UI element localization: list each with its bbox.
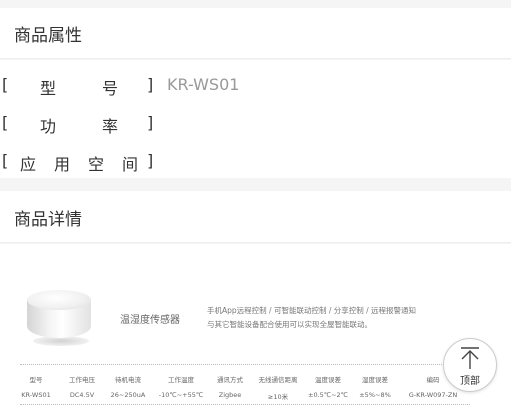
product-name: 温湿度传感器 (120, 315, 180, 326)
attribute-row-power: [ 功 率 ] (0, 113, 511, 137)
spec-header: 编码 (426, 376, 440, 384)
bracket-open: [ (2, 75, 9, 94)
details-header: 商品详情 (0, 191, 511, 243)
attribute-label-char: 空 (87, 155, 104, 174)
product-description: 手机App远程控制 / 可智能联动控制 / 分享控制 / 远程报警通知 与其它智… (207, 304, 447, 332)
product-description-line: 与其它智能设备配合使用可以实现全屋智能联动。 (207, 320, 372, 329)
spec-header: 温度误差 (315, 376, 341, 384)
attribute-label-char: 号 (101, 79, 118, 98)
attributes-header: 商品属性 (0, 8, 511, 59)
sensor-product-image (27, 290, 91, 346)
back-to-top-button[interactable]: 顶部 (443, 338, 497, 392)
spec-value: ≥10米 (267, 393, 289, 401)
attribute-label-char: 型 (40, 79, 57, 98)
bracket-close: ] (147, 75, 154, 94)
spec-value: -10℃~+55℃ (158, 391, 204, 399)
spec-value: KR-WS01 (21, 391, 51, 399)
spec-header: 型号 (29, 376, 43, 384)
bracket-close: ] (147, 151, 154, 170)
bracket-close: ] (147, 113, 154, 132)
attribute-value: KR-WS01 (167, 75, 240, 94)
product-description-line: 手机App远程控制 / 可智能联动控制 / 分享控制 / 远程报警通知 (207, 306, 417, 315)
attribute-label: 功 率 (40, 113, 118, 137)
attribute-row-space: [ 应 用 空 间 ] (0, 151, 511, 175)
attribute-label-char: 用 (53, 155, 70, 174)
attribute-label-char: 率 (101, 117, 118, 136)
spec-value: Zigbee (218, 391, 242, 399)
spec-header: 待机电流 (115, 376, 141, 384)
spec-header: 通讯方式 (217, 376, 243, 384)
spec-header: 湿度误差 (362, 376, 388, 384)
attribute-label: 型 号 (40, 75, 118, 99)
spec-value: 26~250uA (110, 391, 146, 399)
spec-value: DC4.5V (69, 391, 95, 399)
spec-value: ±0.5℃~2℃ (308, 391, 348, 399)
spec-value: G-KR-W097-ZN (408, 391, 458, 399)
arrow-up-icon (461, 347, 479, 369)
attribute-label-char: 功 (40, 117, 57, 136)
spec-value: ±5%~8% (359, 391, 391, 399)
divider (20, 364, 470, 365)
attributes-panel: [ 型 号 ] KR-WS01 [ 功 率 ] [ 应 用 空 间 ] (0, 60, 511, 178)
attribute-label-char: 间 (121, 155, 138, 174)
back-to-top-label: 顶部 (460, 376, 480, 387)
details-title: 商品详情 (14, 210, 82, 230)
attribute-label: 应 用 空 间 (20, 151, 138, 175)
attribute-row-model: [ 型 号 ] KR-WS01 (0, 75, 511, 99)
bracket-open: [ (2, 151, 9, 170)
spec-header: 工作温度 (168, 376, 194, 384)
bracket-open: [ (2, 113, 9, 132)
spec-header: 工作电压 (69, 376, 95, 384)
attributes-title: 商品属性 (14, 26, 82, 46)
divider (20, 404, 470, 405)
attribute-label-char: 应 (20, 155, 37, 174)
spec-header: 无线通信距离 (258, 376, 298, 384)
